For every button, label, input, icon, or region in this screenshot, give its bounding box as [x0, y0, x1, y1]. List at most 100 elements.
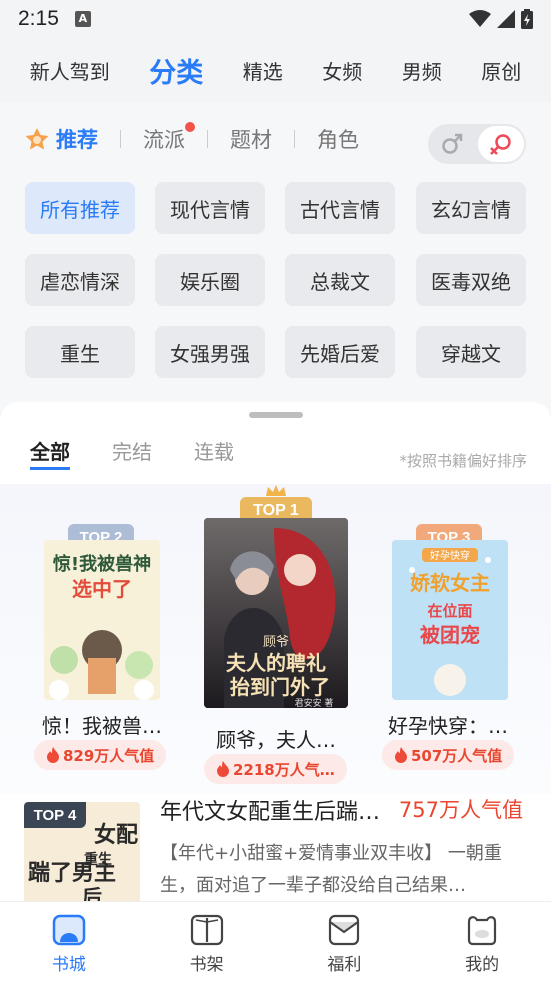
filter-serializing[interactable]: 连载	[194, 436, 234, 470]
popularity-value: 507万人气值	[411, 746, 503, 765]
book-sheet[interactable]: 全部 完结 连载 *按照书籍偏好排序 TOP 2 惊!我被兽神 选中了 惊！我被…	[0, 402, 551, 902]
cover-art: 顾爷 夫人的聘礼 抬到门外了 君安安 著	[204, 518, 348, 708]
female-icon	[490, 134, 511, 155]
male-icon	[442, 133, 463, 154]
category-panel: 推荐 流派 题材 角色 所有推荐 现代言情 古代言情 玄幻言情 虐恋情深 娱乐圈…	[0, 102, 551, 412]
nav-bookshelf[interactable]: 书架	[138, 902, 276, 981]
nav-bookshelf-label: 书架	[189, 955, 224, 975]
wifi-icon	[469, 10, 491, 27]
popularity-value: 829万人气值	[63, 746, 155, 765]
svg-text:女配: 女配	[94, 822, 138, 848]
svg-text:选中了: 选中了	[72, 577, 132, 601]
notification-app-icon: A	[74, 11, 91, 27]
bookstore-icon	[52, 914, 86, 946]
flame-icon	[395, 747, 407, 763]
female-toggle-knob[interactable]	[478, 126, 524, 162]
book-title-top4[interactable]: 年代文女配重生后踹…	[160, 794, 380, 826]
nav-bookstore[interactable]: 书城	[0, 902, 138, 981]
top-ranking: TOP 2 惊!我被兽神 选中了 惊！我被兽… 829万人气值 TOP 1 顾爷…	[0, 484, 551, 794]
tab-male[interactable]: 男频	[398, 50, 446, 91]
category-chip[interactable]: 所有推荐	[25, 182, 135, 234]
category-chip[interactable]: 女强男强	[155, 326, 265, 378]
category-chip[interactable]: 穿越文	[416, 326, 526, 378]
filter-tabs: 全部 完结 连载	[30, 436, 234, 470]
book-title-top2[interactable]: 惊！我被兽…	[42, 710, 162, 739]
flame-icon	[217, 761, 229, 777]
nav-profile-label: 我的	[465, 955, 500, 975]
category-chip[interactable]: 重生	[25, 326, 135, 378]
nav-bookstore-label: 书城	[51, 955, 86, 975]
tab-featured[interactable]: 精选	[239, 50, 287, 91]
svg-text:顾爷: 顾爷	[263, 635, 289, 650]
bottom-nav: 书城 书架 福利 我的	[0, 901, 551, 981]
book-cover-top1[interactable]: 顾爷 夫人的聘礼 抬到门外了 君安安 著	[204, 518, 348, 708]
nav-welfare-label: 福利	[327, 955, 362, 975]
book-cover-top2[interactable]: 惊!我被兽神 选中了	[44, 540, 160, 700]
subtab-recommend-label: 推荐	[56, 128, 98, 152]
divider	[294, 130, 295, 148]
popularity-value: 2218万人气…	[233, 760, 335, 779]
subtab-theme[interactable]: 题材	[230, 124, 272, 154]
category-chip[interactable]: 现代言情	[155, 182, 265, 234]
crown-icon	[266, 485, 286, 496]
svg-text:夫人的聘礼: 夫人的聘礼	[226, 651, 326, 675]
top-tabs: 新人驾到 分类 精选 女频 男频 原创	[0, 38, 551, 102]
filter-all[interactable]: 全部	[30, 436, 70, 470]
sort-note: *按照书籍偏好排序	[399, 452, 527, 470]
book-description: 【年代+小甜蜜+爱情事业双丰收】 一朝重生，面对追了一辈子都没给自己结果…	[160, 843, 502, 896]
category-chip[interactable]: 玄幻言情	[416, 182, 526, 234]
nav-profile[interactable]: 我的	[413, 902, 551, 981]
rank-tag-top4: TOP 4	[24, 802, 86, 828]
book-title-top3[interactable]: 好孕快穿：…	[388, 710, 508, 739]
sub-tabs: 推荐 流派 题材 角色	[24, 122, 359, 154]
svg-text:抬到门外了: 抬到门外了	[230, 675, 330, 699]
popularity-value: 757万人气值	[398, 798, 523, 822]
divider	[120, 130, 121, 148]
tab-original[interactable]: 原创	[477, 50, 525, 91]
book-title-top1[interactable]: 顾爷，夫人…	[216, 724, 336, 753]
book-cover-top4[interactable]: 女配 重生 踹了男主 后 TOP 4	[24, 802, 140, 902]
book-list-item[interactable]: 女配 重生 踹了男主 后 TOP 4 年代文女配重生后踹… 757万人气值 【年…	[0, 794, 551, 902]
book-cover-top3[interactable]: 好孕快穿 娇软女主 在位面 被团宠	[392, 540, 508, 700]
category-chip[interactable]: 娱乐圈	[155, 254, 265, 306]
svg-text:后: 后	[82, 885, 102, 902]
divider	[207, 130, 208, 148]
category-chip[interactable]: 先婚后爱	[285, 326, 395, 378]
tab-category[interactable]: 分类	[145, 45, 207, 96]
subtab-recommend[interactable]: 推荐	[24, 124, 98, 154]
subtab-genre[interactable]: 流派	[143, 122, 195, 154]
popularity-badge-top3: 507万人气值	[382, 740, 515, 770]
category-chip[interactable]: 总裁文	[285, 254, 395, 306]
flame-icon	[47, 747, 59, 763]
signal-icon	[497, 10, 515, 28]
svg-text:娇软女主: 娇软女主	[410, 571, 490, 595]
status-time: 2:15	[18, 7, 59, 30]
drag-handle[interactable]	[249, 412, 303, 418]
tab-female[interactable]: 女频	[318, 50, 366, 91]
gift-envelope-icon	[329, 914, 360, 946]
filter-completed[interactable]: 完结	[112, 436, 152, 470]
svg-text:踹了男主: 踹了男主	[28, 861, 116, 886]
svg-text:在位面: 在位面	[427, 602, 472, 620]
battery-icon	[521, 9, 533, 29]
subtab-genre-label: 流派	[143, 128, 185, 152]
crown-star-icon	[25, 128, 49, 150]
gender-toggle[interactable]	[428, 124, 526, 164]
svg-text:君安安 著: 君安安 著	[295, 697, 334, 708]
status-bar: 2:15 A	[0, 0, 551, 38]
subtab-role[interactable]: 角色	[317, 124, 359, 154]
profile-icon	[468, 916, 497, 946]
popularity-badge-top1: 2218万人气…	[204, 754, 347, 784]
bookshelf-icon	[190, 914, 223, 946]
category-chip[interactable]: 古代言情	[285, 182, 395, 234]
category-chip[interactable]: 医毒双绝	[416, 254, 526, 306]
status-icons	[469, 9, 533, 29]
svg-text:惊!我被兽神: 惊!我被兽神	[53, 553, 151, 575]
tab-new-user[interactable]: 新人驾到	[26, 50, 114, 91]
cover-art: 好孕快穿 娇软女主 在位面 被团宠	[392, 540, 508, 700]
popularity-badge-top2: 829万人气值	[34, 740, 167, 770]
svg-text:好孕快穿: 好孕快穿	[430, 549, 470, 562]
category-chip[interactable]: 虐恋情深	[25, 254, 135, 306]
nav-welfare[interactable]: 福利	[276, 902, 414, 981]
new-badge-dot	[185, 122, 195, 132]
